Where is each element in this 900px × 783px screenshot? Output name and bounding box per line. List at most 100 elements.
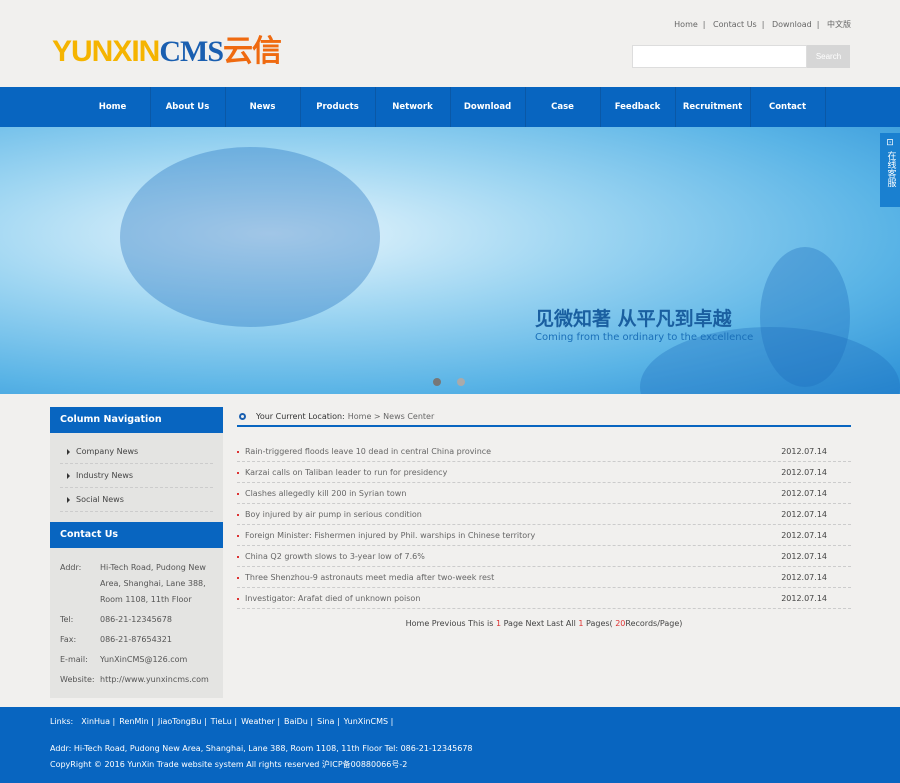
logo[interactable]: YUNXINCMS云信 <box>52 26 282 70</box>
logo-text: CMS <box>159 35 224 68</box>
links-label: Links: <box>50 717 74 726</box>
sidebar-item[interactable]: Industry News <box>60 464 213 488</box>
contact-value: http://www.yunxincms.com <box>100 675 209 684</box>
slide-dot[interactable] <box>433 378 441 386</box>
slide-dot[interactable] <box>457 378 465 386</box>
footer-link[interactable]: XinHua <box>81 717 110 726</box>
news-date: 2012.07.14 <box>781 467 827 477</box>
banner-title: 见微知著 从平凡到卓越 <box>535 308 732 330</box>
footer: Links: XinHua | RenMin | JiaoTongBu | TieLu … <box>0 707 900 783</box>
contact-row: Fax: 086-21-87654321 <box>60 632 213 648</box>
news-date: 2012.07.14 <box>781 572 827 582</box>
logo-text: YUNXIN <box>52 35 160 68</box>
news-title[interactable]: Rain-triggered floods leave 10 dead in c… <box>237 447 491 456</box>
nav-item-network[interactable]: Network <box>376 87 451 127</box>
news-main: Your Current Location: Home > News Center… <box>237 407 851 628</box>
search-input[interactable] <box>632 45 807 68</box>
link-separator: | <box>110 717 116 726</box>
news-date: 2012.07.14 <box>781 530 827 540</box>
nav-item-contact[interactable]: Contact <box>751 87 826 127</box>
news-row: Boy injured by air pump in serious condi… <box>237 504 851 525</box>
news-title[interactable]: Three Shenzhou-9 astronauts meet media a… <box>237 573 494 582</box>
location-path[interactable]: Home > News Center <box>348 412 435 421</box>
contact-row: Website: http://www.yunxincms.com <box>60 672 213 688</box>
banner: 见微知著 从平凡到卓越 Coming from the ordinary to … <box>0 127 900 394</box>
top-link-download[interactable]: Download <box>772 20 812 29</box>
nav-item-case[interactable]: Case <box>526 87 601 127</box>
breadcrumb: Your Current Location: Home > News Center <box>237 407 851 427</box>
link-separator: | <box>201 717 207 726</box>
sidebar-item[interactable]: Company News <box>60 440 213 464</box>
nav-item-about-us[interactable]: About Us <box>151 87 226 127</box>
banner-subtitle: Coming from the ordinary to the excellen… <box>535 332 754 343</box>
pager-text: Records/Page) <box>625 619 683 628</box>
footer-link[interactable]: Weather <box>241 717 275 726</box>
link-separator: | <box>148 717 154 726</box>
sidebar-item[interactable]: Social News <box>60 488 213 512</box>
news-row: China Q2 growth slows to 3-year low of 7… <box>237 546 851 567</box>
pagination: Home Previous This is 1 Page Next Last A… <box>237 619 851 628</box>
news-date: 2012.07.14 <box>781 446 827 456</box>
location-icon <box>239 412 246 420</box>
search-button[interactable]: Search <box>807 45 850 68</box>
contact-row: Addr: Hi-Tech Road, Pudong New Area, Shan… <box>60 560 213 608</box>
news-title[interactable]: Investigator: Arafat died of unknown poi… <box>237 594 420 603</box>
news-title[interactable]: Karzai calls on Taliban leader to run fo… <box>237 468 447 477</box>
location-label: Your Current Location: <box>256 411 345 421</box>
main-nav: Home About Us News Products Network Download C… <box>0 87 900 127</box>
nav-item-recruitment[interactable]: Recruitment <box>676 87 751 127</box>
footer-link[interactable]: JiaoTongBu <box>158 717 202 726</box>
nav-item-news[interactable]: News <box>226 87 301 127</box>
link-separator: | <box>388 717 394 726</box>
pager-text[interactable]: Page Next Last All <box>501 619 578 628</box>
footer-link[interactable]: RenMin <box>119 717 148 726</box>
news-date: 2012.07.14 <box>781 593 827 603</box>
search-form: Search <box>632 45 850 68</box>
top-link-home[interactable]: Home <box>674 20 698 29</box>
top-link-contact[interactable]: Contact Us <box>713 20 757 29</box>
news-date: 2012.07.14 <box>781 488 827 498</box>
footer-link[interactable]: Sina <box>317 717 334 726</box>
footer-link[interactable]: BaiDu <box>284 717 308 726</box>
news-row: Clashes allegedly kill 200 in Syrian tow… <box>237 483 851 504</box>
news-row: Karzai calls on Taliban leader to run fo… <box>237 462 851 483</box>
link-separator: | <box>231 717 238 726</box>
column-nav-title: Column Navigation <box>50 407 223 433</box>
contact-title: Contact Us <box>50 522 223 548</box>
logo-text: 云信 <box>223 35 282 68</box>
contact-value: Hi-Tech Road, Pudong New Area, Shanghai,… <box>100 563 206 604</box>
pager-text[interactable]: Home Previous This is <box>406 619 496 628</box>
contact-key: Tel: <box>60 615 74 624</box>
news-row: Foreign Minister: Fishermen injured by P… <box>237 525 851 546</box>
contact-key: E-mail: <box>60 655 88 664</box>
nav-item-feedback[interactable]: Feedback <box>601 87 676 127</box>
news-date: 2012.07.14 <box>781 551 827 561</box>
contact-row: Tel: 086-21-12345678 <box>60 612 213 628</box>
contact-value: 086-21-87654321 <box>100 635 172 644</box>
news-title[interactable]: Boy injured by air pump in serious condi… <box>237 510 422 519</box>
service-label: 在线客服 <box>885 151 896 187</box>
nav-item-download[interactable]: Download <box>451 87 526 127</box>
online-service-tab[interactable]: ⊡ 在线客服 <box>880 133 900 207</box>
nav-item-home[interactable]: Home <box>76 87 151 127</box>
link-separator: | <box>307 717 314 726</box>
news-title[interactable]: China Q2 growth slows to 3-year low of 7… <box>237 552 425 561</box>
slide-dots <box>433 378 465 386</box>
link-separator: | <box>274 717 281 726</box>
news-title[interactable]: Clashes allegedly kill 200 in Syrian tow… <box>237 489 406 498</box>
contact-key: Fax: <box>60 635 77 644</box>
news-title[interactable]: Foreign Minister: Fishermen injured by P… <box>237 531 535 540</box>
top-link-chinese[interactable]: 中文版 <box>827 20 851 29</box>
pager-per: 20 <box>615 619 626 628</box>
footer-link[interactable]: YunXinCMS <box>344 717 388 726</box>
news-row: Three Shenzhou-9 astronauts meet media a… <box>237 567 851 588</box>
nav-item-products[interactable]: Products <box>301 87 376 127</box>
contact-key: Website: <box>60 675 95 684</box>
news-date: 2012.07.14 <box>781 509 827 519</box>
pager-text: Pages( <box>583 619 616 628</box>
contact-value: 086-21-12345678 <box>100 615 172 624</box>
news-row: Rain-triggered floods leave 10 dead in c… <box>237 441 851 462</box>
top-links: Home | Contact Us | Download | 中文版 <box>674 20 851 29</box>
footer-link[interactable]: TieLu <box>211 717 232 726</box>
contact-row: E-mail: YunXinCMS@126.com <box>60 652 213 668</box>
